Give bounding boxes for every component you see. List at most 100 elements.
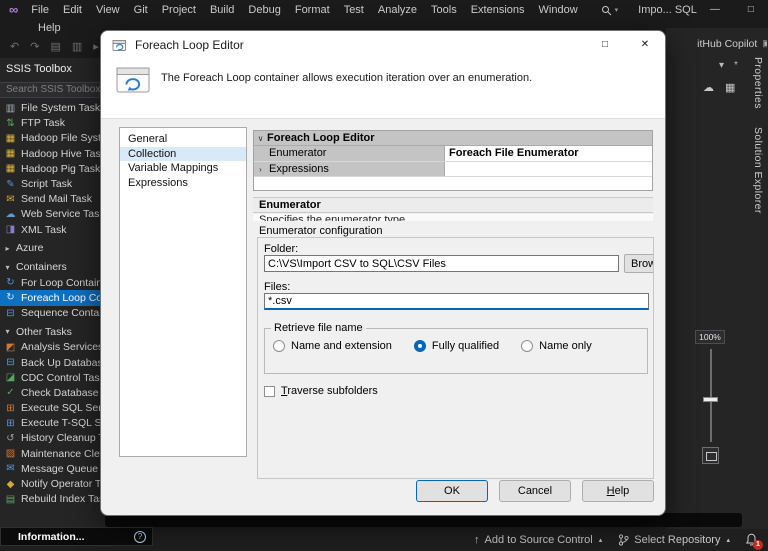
menu-file[interactable]: File bbox=[24, 0, 56, 20]
save-icon[interactable]: ▥ bbox=[72, 40, 82, 53]
nav-item-expressions[interactable]: Expressions bbox=[120, 176, 246, 191]
browse-button[interactable]: Browse... bbox=[624, 254, 653, 273]
menu-view[interactable]: View bbox=[89, 0, 127, 20]
toolbox-item-sequence-container[interactable]: ⊟ Sequence Container bbox=[0, 306, 108, 321]
back-icon[interactable]: ↶ bbox=[10, 40, 19, 53]
toolbox-item-maintenance-cleanup-task[interactable]: ▨Maintenance Cleanup Task bbox=[0, 446, 108, 461]
toolbox-item-file-system-task[interactable]: ▥ File System Task bbox=[0, 101, 108, 116]
collapse-chevron-icon: ∨ bbox=[257, 134, 264, 143]
enumerator-configuration-label: Enumerator configuration bbox=[259, 225, 383, 237]
toolbox-item-hadoop-hive-task[interactable]: ▦ Hadoop Hive Task bbox=[0, 146, 108, 161]
chevron-down-icon[interactable]: ▾ bbox=[719, 60, 724, 71]
dialog-maximize-button[interactable]: □ bbox=[585, 31, 625, 59]
cloud-icon[interactable]: ☁ bbox=[703, 81, 714, 94]
menu-extensions[interactable]: Extensions bbox=[464, 0, 532, 20]
cancel-button[interactable]: Cancel bbox=[499, 480, 571, 502]
toolbox-item-history-cleanup-task[interactable]: ↺History Cleanup Task bbox=[0, 431, 108, 446]
forward-icon[interactable]: ↷ bbox=[30, 40, 39, 53]
add-to-source-control-button[interactable]: ↑ Add to Source Control ▴ bbox=[474, 534, 602, 546]
visual-studio-window: ∞ File Edit View Git Project Build Debug Format… bbox=[0, 0, 768, 551]
start-icon[interactable]: ▸ bbox=[93, 40, 99, 53]
menu-tools[interactable]: Tools bbox=[424, 0, 464, 20]
toolbox-item-foreach-loop-container[interactable]: ↻Foreach Loop Container bbox=[0, 290, 108, 306]
toolbox-item-message-queue-task[interactable]: ✉Message Queue Task bbox=[0, 461, 108, 476]
toolbox-item-ftp-task[interactable]: ⇅ FTP Task bbox=[0, 116, 108, 131]
fit-to-window-button[interactable] bbox=[702, 447, 719, 464]
open-window-icon[interactable]: ▣ bbox=[762, 38, 767, 49]
folder-input[interactable] bbox=[264, 255, 619, 272]
toolbox-item-analysis-services-processing-task[interactable]: ◩Analysis Services Processing Task bbox=[0, 340, 108, 355]
property-grid-header[interactable]: ∨ Foreach Loop Editor bbox=[254, 131, 652, 146]
menu-project[interactable]: Project bbox=[155, 0, 203, 20]
toolbox-item-notify-operator-task[interactable]: ◆ Notify Operator Task bbox=[0, 476, 108, 491]
new-file-icon[interactable]: ▤ bbox=[50, 40, 60, 53]
properties-tab[interactable]: Properties bbox=[752, 57, 764, 109]
traverse-subfolders-option[interactable]: Traverse subfolders bbox=[264, 385, 378, 397]
git-branch-icon bbox=[619, 534, 629, 546]
toolbox-section-other-tasks[interactable]: ▾ Other Tasks bbox=[0, 324, 108, 340]
toolbox-item-back-up-database-task[interactable]: ⊟Back Up Database Task bbox=[0, 355, 108, 370]
expand-arrow-icon: › bbox=[254, 161, 267, 176]
window-title: Impo... SQL bbox=[638, 4, 697, 16]
minimize-button[interactable]: — bbox=[697, 0, 733, 20]
toolbox-item-hadoop-pig-task[interactable]: ▦ Hadoop Pig Task bbox=[0, 161, 108, 176]
select-repository-button[interactable]: Select Repository ▴ bbox=[618, 534, 730, 546]
nav-item-collection[interactable]: Collection bbox=[120, 146, 246, 161]
property-grid-filler bbox=[254, 177, 652, 190]
ok-button[interactable]: OK bbox=[416, 480, 488, 502]
traverse-subfolders-checkbox[interactable] bbox=[264, 385, 275, 397]
menu-test[interactable]: Test bbox=[337, 0, 371, 20]
nav-item-general[interactable]: General bbox=[120, 132, 246, 147]
toolbox-item-cdc-control-task[interactable]: ◪ CDC Control Task bbox=[0, 370, 108, 385]
chevron-down-icon: ▾ bbox=[614, 7, 619, 14]
menu-edit[interactable]: Edit bbox=[56, 0, 89, 20]
radio-fully-qualified[interactable]: Fully qualified bbox=[413, 340, 499, 352]
toolbox-section-containers[interactable]: ▾ Containers bbox=[0, 259, 108, 275]
notifications-button[interactable]: 1 bbox=[745, 533, 763, 550]
help-button[interactable]: Help bbox=[582, 480, 654, 502]
menu-window[interactable]: Window bbox=[532, 0, 585, 20]
menu-analyze[interactable]: Analyze bbox=[371, 0, 424, 20]
radio-name-and-extension[interactable]: Name and extension bbox=[273, 340, 392, 352]
toolbox-search-input[interactable] bbox=[0, 81, 108, 98]
nav-item-variable-mappings[interactable]: Variable Mappings bbox=[120, 161, 246, 176]
copilot-tab[interactable]: GitHub Copilot ▣ ✕ bbox=[697, 36, 767, 51]
layout-icon[interactable]: ▦ bbox=[725, 81, 735, 94]
dialog-close-button[interactable]: ✕ bbox=[625, 31, 665, 59]
toolbox-item-send-mail-task[interactable]: ✉ Send Mail Task bbox=[0, 192, 108, 207]
solution-explorer-tab[interactable]: Solution Explorer bbox=[752, 127, 764, 214]
toolbox-item-rebuild-index-task[interactable]: ▤ Rebuild Index Task bbox=[0, 492, 108, 507]
menu-help[interactable]: Help bbox=[31, 20, 68, 36]
files-input[interactable] bbox=[264, 293, 649, 310]
toolbox-item-script-task[interactable]: ✎ Script Task bbox=[0, 176, 108, 191]
upload-arrow-icon: ↑ bbox=[474, 534, 480, 546]
toolbox-item-for-loop-container[interactable]: ↻ For Loop Container bbox=[0, 275, 108, 290]
property-row-expressions[interactable]: › Expressions bbox=[254, 161, 652, 177]
menu-format[interactable]: Format bbox=[288, 0, 337, 20]
search-icon bbox=[601, 5, 611, 15]
radio-name-only[interactable]: Name only bbox=[521, 340, 592, 352]
toolbox-item-web-service-task[interactable]: ☁ Web Service Task bbox=[0, 207, 108, 222]
toolbox-item-execute-sql-server-agent-job-task[interactable]: ⊞Execute SQL Server Agent Job Task bbox=[0, 401, 108, 416]
zoom-slider[interactable] bbox=[710, 349, 712, 442]
foreach-loop-large-icon bbox=[115, 62, 151, 101]
dialog-description-band: The Foreach Loop container allows execut… bbox=[101, 59, 665, 119]
toolbox-item-execute-t-sql-statement-task[interactable]: ⊞Execute T-SQL Statement Task bbox=[0, 416, 108, 431]
chevron-up-icon: ▴ bbox=[726, 537, 730, 544]
zoom-level[interactable]: 100% bbox=[695, 330, 725, 344]
toolbox-section-azure[interactable]: ▸ Azure bbox=[0, 240, 108, 256]
toolbox-item-xml-task[interactable]: ◨ XML Task bbox=[0, 222, 108, 237]
search-box[interactable]: ▾ bbox=[601, 5, 619, 16]
select-repository-label: Select Repository bbox=[634, 534, 721, 546]
gear-icon[interactable]: * bbox=[734, 60, 738, 71]
toolbox-item-hadoop-file-system-task[interactable]: ▦Hadoop File System Task bbox=[0, 131, 108, 146]
information-bar[interactable]: Information... ? bbox=[0, 527, 153, 546]
dialog-titlebar[interactable]: Foreach Loop Editor □ ✕ bbox=[101, 31, 665, 59]
menu-build[interactable]: Build bbox=[203, 0, 241, 20]
property-row-enumerator[interactable]: Enumerator Foreach File Enumerator bbox=[254, 146, 652, 162]
menu-debug[interactable]: Debug bbox=[241, 0, 287, 20]
toolbox-item-check-database-integrity-task[interactable]: ✓Check Database Integrity Task bbox=[0, 385, 108, 400]
menu-git[interactable]: Git bbox=[127, 0, 155, 20]
zoom-slider-thumb[interactable] bbox=[703, 397, 718, 402]
maximize-button[interactable]: □ bbox=[733, 0, 768, 20]
